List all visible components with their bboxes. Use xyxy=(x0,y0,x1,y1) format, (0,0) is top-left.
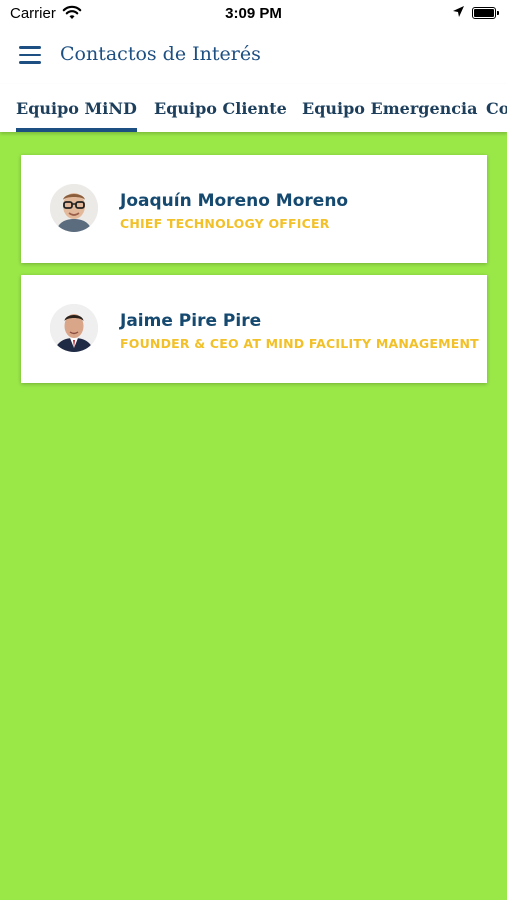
contact-card[interactable]: Jaime Pire Pire FOUNDER & CEO AT MIND FA… xyxy=(21,275,487,383)
avatar xyxy=(50,184,98,232)
page-title: Contactos de Interés xyxy=(60,43,261,65)
status-bar: Carrier 3:09 PM xyxy=(0,0,507,28)
tab-partial[interactable]: Co xyxy=(486,84,507,132)
contact-name: Jaime Pire Pire xyxy=(120,311,262,331)
tab-equipo-mind[interactable]: Equipo MiND xyxy=(16,84,137,132)
contact-name: Joaquín Moreno Moreno xyxy=(120,191,349,211)
status-time: 3:09 PM xyxy=(225,5,282,22)
app-header: Contactos de Interés xyxy=(0,28,507,84)
battery-icon xyxy=(472,7,499,19)
tab-bar: Equipo MiND Equipo Cliente Equipo Emerge… xyxy=(0,84,507,132)
avatar xyxy=(50,304,98,352)
tab-equipo-cliente[interactable]: Equipo Cliente xyxy=(154,84,287,132)
contact-card[interactable]: Joaquín Moreno Moreno CHIEF TECHNOLOGY O… xyxy=(21,155,487,263)
contact-role: FOUNDER & CEO AT MIND FACILITY MANAGEMEN… xyxy=(120,336,479,351)
location-arrow-icon xyxy=(452,5,465,23)
tab-equipo-emergencia[interactable]: Equipo Emergencia xyxy=(302,84,477,132)
menu-icon[interactable] xyxy=(19,46,41,64)
contact-role: CHIEF TECHNOLOGY OFFICER xyxy=(120,216,330,231)
